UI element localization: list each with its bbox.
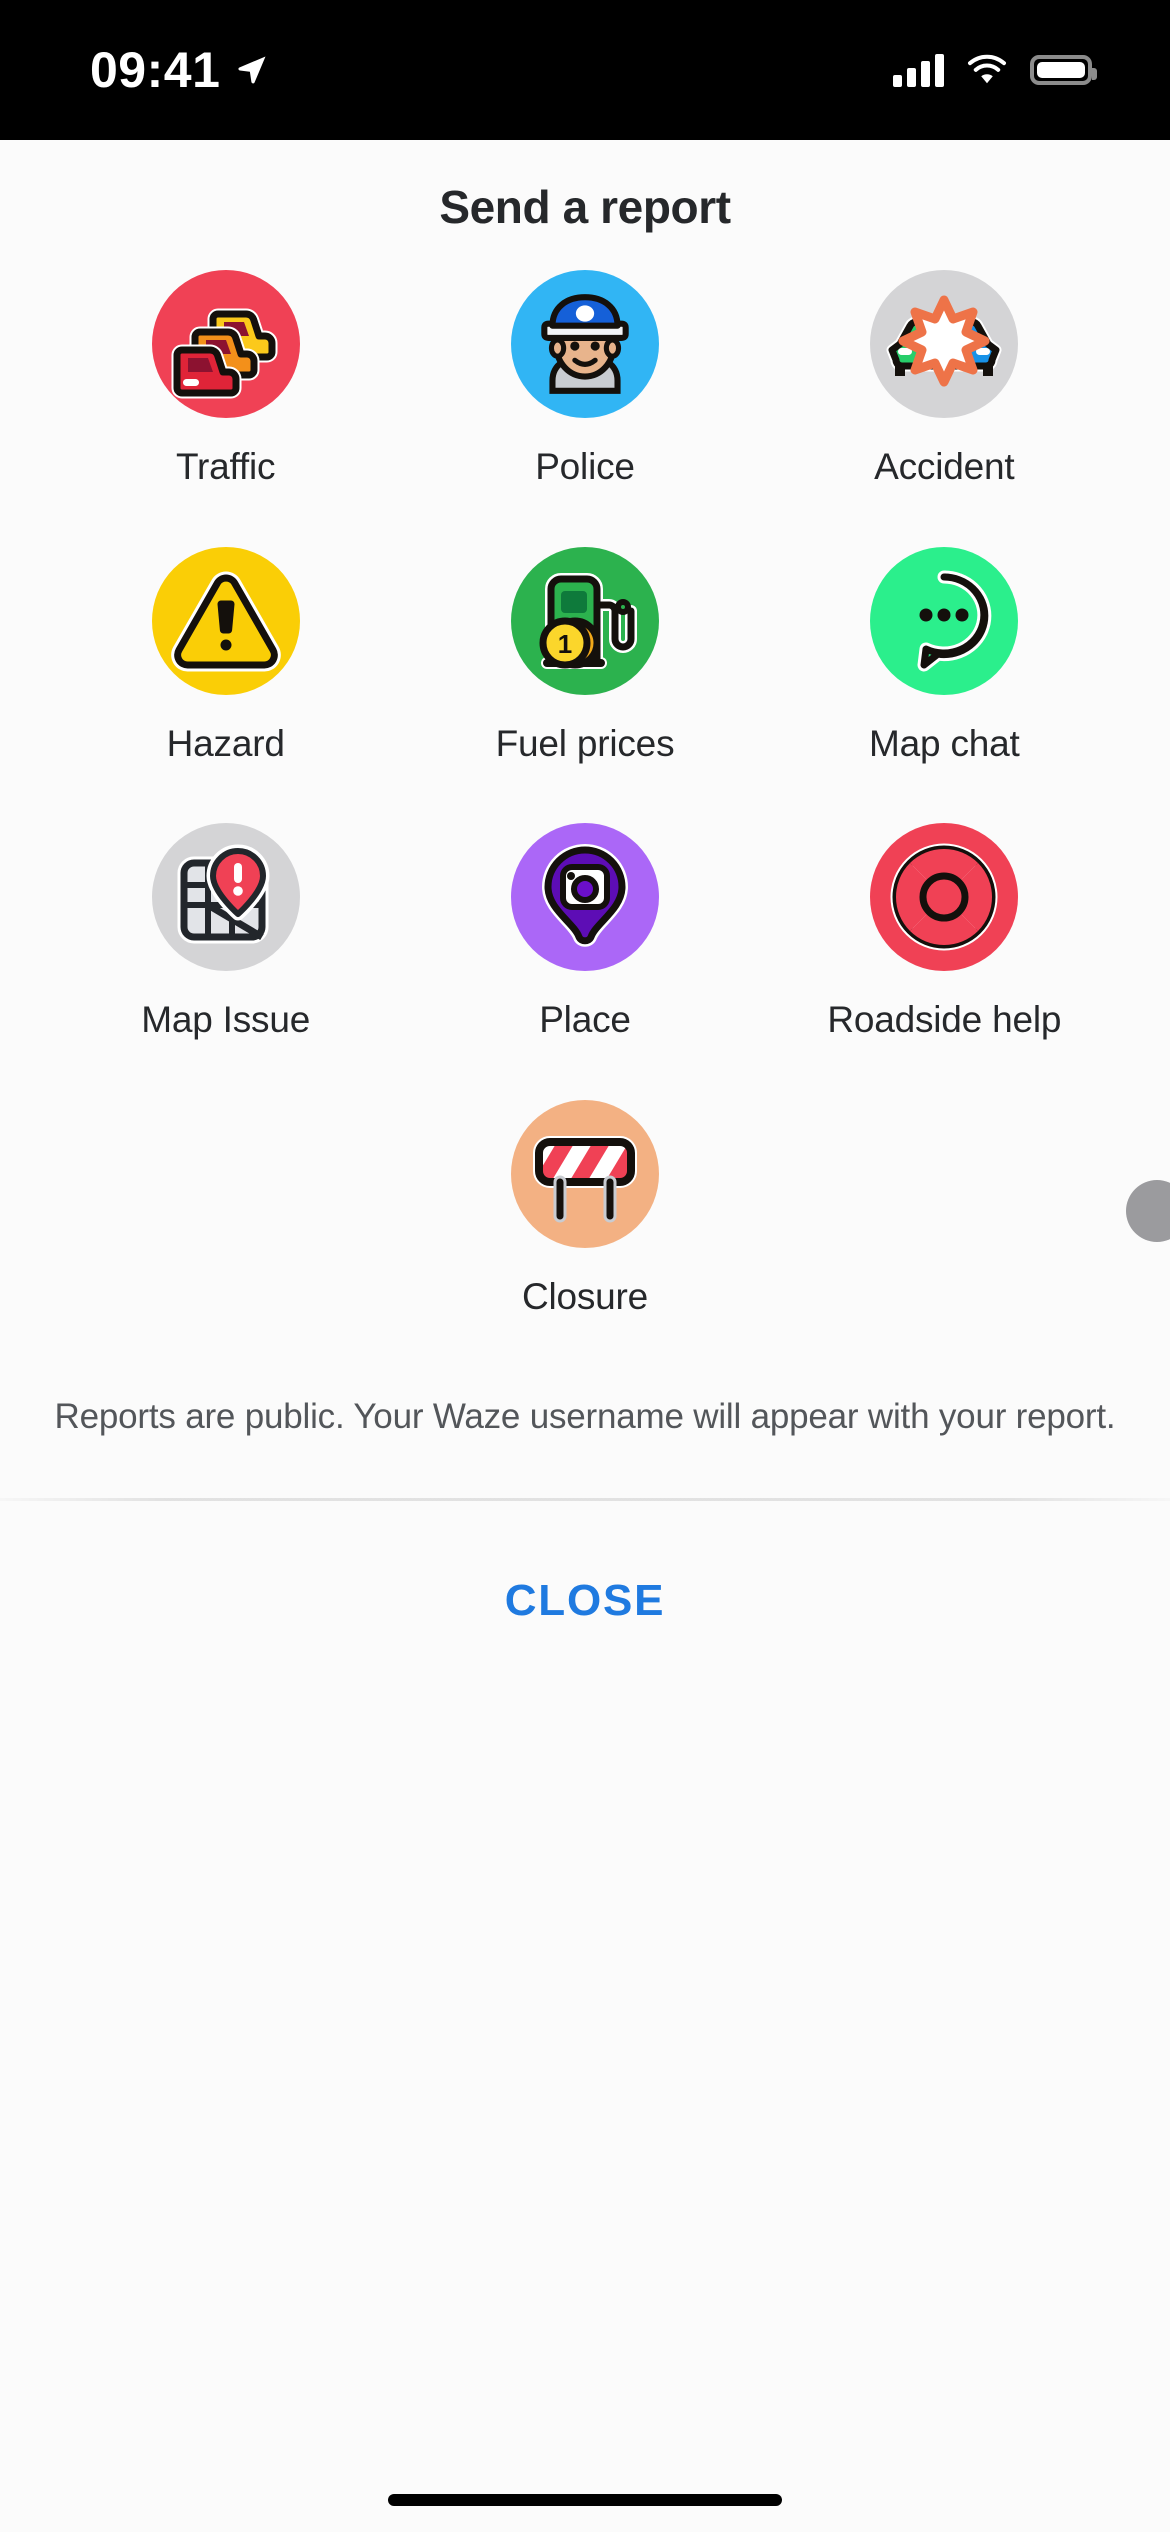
send-report-sheet: Send a report Traffic Police Accident Ha… — [0, 140, 1170, 2532]
wifi-icon — [968, 54, 1006, 84]
report-option-roadside-help[interactable]: Roadside help — [765, 823, 1124, 1100]
road-barricade-icon — [511, 1099, 659, 1248]
chat-bubble-icon — [870, 546, 1019, 695]
report-row: Traffic Police Accident — [46, 270, 1124, 547]
report-option-map-chat[interactable]: Map chat — [765, 546, 1124, 824]
report-option-closure[interactable]: Closure — [46, 1099, 1124, 1377]
cellular-signal-icon — [893, 53, 944, 87]
battery-icon — [1030, 55, 1097, 85]
report-option-accident[interactable]: Accident — [765, 270, 1124, 547]
report-row: Map Issue Place Roadside help — [46, 823, 1124, 1100]
report-option-place[interactable]: Place — [405, 823, 764, 1100]
report-option-fuel-prices[interactable]: 1 Fuel prices — [405, 546, 764, 824]
location-arrow-icon — [238, 56, 266, 84]
status-bar-left: 09:41 — [90, 45, 270, 95]
fuel-pump-icon: 1 — [510, 546, 659, 695]
report-option-label: Hazard — [166, 722, 285, 764]
report-option-label: Traffic — [175, 446, 276, 487]
home-indicator[interactable] — [388, 2494, 782, 2506]
place-camera-pin-icon — [510, 823, 659, 972]
traffic-jam-icon — [151, 270, 300, 418]
report-option-label: Police — [535, 446, 635, 487]
map-pin-alert-icon — [151, 823, 300, 972]
report-option-label: Map chat — [869, 722, 1020, 764]
report-option-label: Map Issue — [141, 999, 311, 1041]
report-option-traffic[interactable]: Traffic — [46, 270, 405, 547]
report-row: Closure — [46, 1099, 1124, 1377]
report-option-label: Accident — [874, 446, 1015, 487]
close-button-container: CLOSE — [0, 1501, 1170, 1701]
page-title: Send a report — [439, 181, 731, 233]
status-bar-clock: 09:41 — [90, 42, 221, 98]
reports-disclaimer: Reports are public. Your Waze username w… — [54, 1397, 1116, 1437]
car-crash-icon — [870, 270, 1019, 418]
report-option-label: Roadside help — [827, 999, 1062, 1041]
police-officer-icon — [510, 270, 659, 418]
svg-text:1: 1 — [558, 629, 572, 659]
report-option-hazard[interactable]: Hazard — [46, 546, 405, 824]
report-option-label: Place — [539, 999, 631, 1041]
report-options-grid: Traffic Police Accident Hazard 1 Fuel pr… — [0, 234, 1170, 1376]
report-option-label: Fuel prices — [495, 722, 675, 764]
report-option-police[interactable]: Police — [405, 270, 764, 547]
report-option-map-issue[interactable]: Map Issue — [46, 823, 405, 1100]
life-ring-icon — [870, 823, 1019, 972]
report-option-label: Closure — [521, 1275, 649, 1317]
status-bar: 09:41 — [0, 0, 1170, 140]
warning-triangle-icon — [151, 546, 300, 695]
close-button[interactable]: CLOSE — [505, 1576, 666, 1626]
status-bar-right — [893, 53, 1097, 87]
phone-screen: 09:41 Send a report Traffic Police Accid… — [0, 0, 1170, 2532]
report-row: Hazard 1 Fuel prices Map chat — [46, 546, 1124, 824]
